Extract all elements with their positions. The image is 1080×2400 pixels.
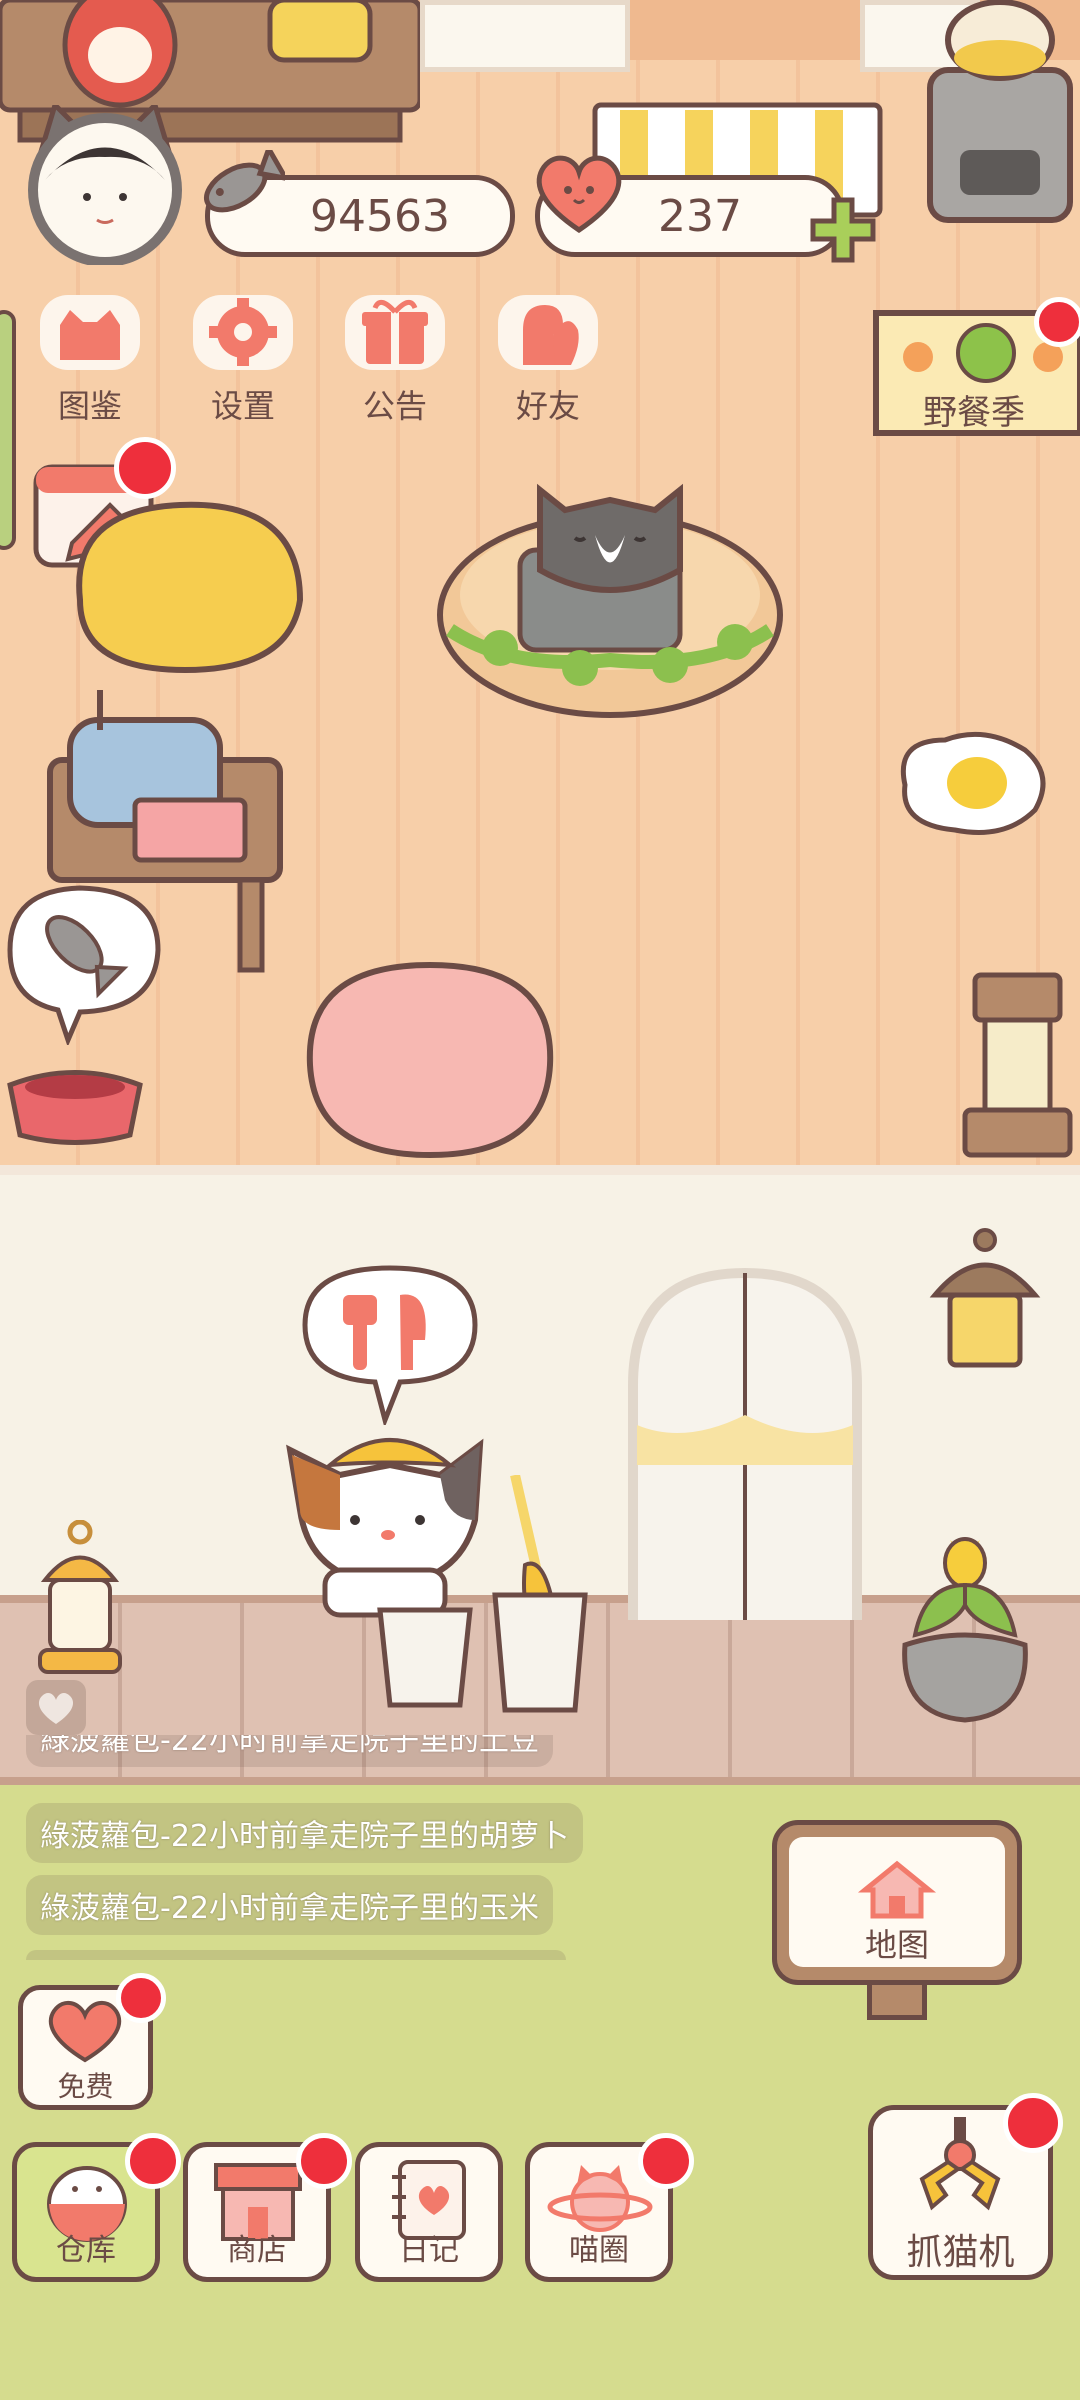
heart-chat-icon <box>38 1693 74 1724</box>
daruma-doll-decor <box>60 0 180 114</box>
tulip-pot <box>895 1535 1035 1729</box>
oil-lamp <box>25 1519 135 1684</box>
gear-icon <box>193 295 293 370</box>
nav-shop-badge <box>296 2133 352 2189</box>
picnic-season-label: 野餐季 <box>923 393 1025 433</box>
feed-item: 綠菠蘿包-22小时前拿走院子里的土豆 <box>26 1735 553 1767</box>
cat-bed-with-grey-cat[interactable] <box>430 460 790 744</box>
map-button[interactable]: 地图 <box>772 1820 1022 2020</box>
nav-cat-circle-badge <box>638 2133 694 2189</box>
picnic-season-event[interactable]: 野餐季 <box>868 297 1080 440</box>
stove-with-kettle <box>920 0 1080 234</box>
map-label: 地图 <box>864 1926 929 1964</box>
menu-collection-label: 图鉴 <box>57 387 122 425</box>
nav-storage[interactable]: 仓库 <box>12 2133 181 2282</box>
claw-machine-button[interactable]: 抓猫机 <box>868 2093 1063 2280</box>
friends-icon <box>498 295 598 370</box>
arched-door[interactable] <box>625 1265 865 1629</box>
heart-currency-value: 237 <box>658 190 742 242</box>
menu-settings[interactable]: 设置 <box>178 290 308 427</box>
feed-item: 綠菠蘿包-22小时前拿走院子里的胡萝卜 <box>26 1803 583 1863</box>
nav-shop[interactable]: 商店 <box>183 2133 352 2282</box>
free-label: 免费 <box>57 2070 114 2103</box>
nav-storage-badge <box>125 2133 181 2189</box>
wall-lantern <box>925 1225 1045 1389</box>
claw-icon <box>919 2117 1001 2211</box>
activity-feed[interactable]: 綠菠蘿包-22小时前拿走院子里的土豆 綠菠蘿包-22小时前拿走院子里的胡萝卜 綠… <box>26 1735 626 1960</box>
flower-pot-left <box>375 1600 475 1714</box>
nav-cat-circle-label: 喵圈 <box>569 2233 629 2268</box>
menu-announcement-label: 公告 <box>362 387 427 425</box>
nav-diary[interactable]: 日记 <box>355 2142 503 2282</box>
lamp-decor <box>265 0 375 74</box>
free-reward-button[interactable]: 免费 <box>18 1973 166 2110</box>
claw-machine-label: 抓猫机 <box>906 2232 1015 2273</box>
player-avatar[interactable] <box>25 100 185 267</box>
heart-icon <box>532 150 627 239</box>
window-top <box>420 0 630 72</box>
nav-storage-label: 仓库 <box>56 2233 116 2268</box>
picnic-season-badge <box>1034 297 1080 347</box>
feed-item: 綠菠蘿包-22小时前拿走院子里的玉米 <box>26 1875 553 1935</box>
claw-machine-badge <box>1003 2093 1063 2153</box>
scratching-post <box>955 970 1075 1164</box>
fish-icon <box>195 142 291 224</box>
nav-cat-circle[interactable]: 喵圈 <box>525 2133 694 2282</box>
feed-item-partial <box>26 1950 566 1960</box>
calico-cat-with-hat[interactable] <box>270 1420 510 1624</box>
free-badge <box>116 1973 166 2023</box>
gift-icon <box>345 295 445 370</box>
fish-currency-value: 94563 <box>310 190 450 242</box>
pink-beanbag <box>300 955 560 1169</box>
menu-friends[interactable]: 好友 <box>483 290 613 427</box>
house-icon <box>857 1860 937 1919</box>
menu-collection[interactable]: 图鉴 <box>25 290 155 427</box>
fried-egg-decor <box>885 725 1055 849</box>
menu-announcement[interactable]: 公告 <box>330 290 460 427</box>
chat-toggle-button[interactable] <box>26 1680 86 1735</box>
nav-shop-label: 商店 <box>227 2233 287 2268</box>
nav-diary-label: 日记 <box>399 2233 459 2268</box>
food-bowl[interactable] <box>5 1065 145 1154</box>
broom-in-pot <box>485 1473 595 1724</box>
yellow-beanbag <box>60 480 310 684</box>
fish-thought-bubble[interactable] <box>0 880 165 1049</box>
menu-friends-label: 好友 <box>515 387 580 425</box>
food-request-bubble[interactable] <box>295 1260 485 1429</box>
cat-book-icon <box>40 295 140 370</box>
menu-settings-label: 设置 <box>210 387 275 425</box>
add-hearts-button[interactable] <box>808 195 878 269</box>
left-edge-drawer-tab[interactable] <box>0 310 16 550</box>
